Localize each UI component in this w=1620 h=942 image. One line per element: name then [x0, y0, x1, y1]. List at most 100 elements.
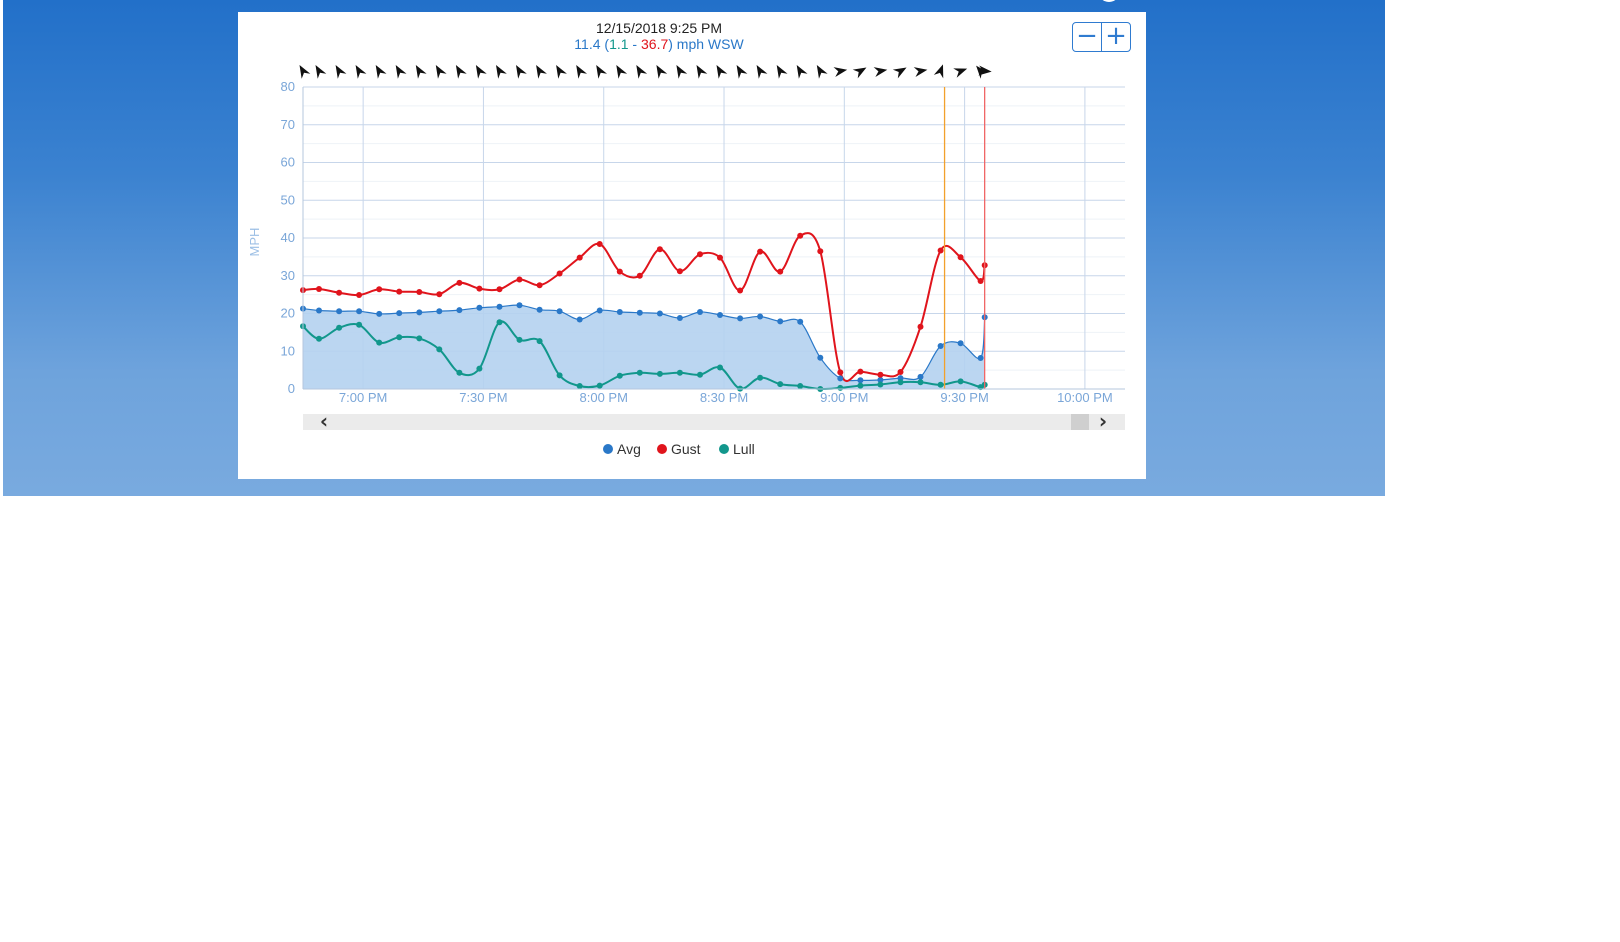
legend-label-avg: Avg	[617, 441, 641, 457]
y-tick-label: 50	[281, 192, 295, 207]
chart-card: 12/15/2018 9:25 PM 11.4 (1.1 - 36.7) mph…	[238, 12, 1146, 479]
y-tick-label: 40	[281, 230, 295, 245]
avg-point	[797, 318, 804, 325]
wind-arrow-icon	[873, 67, 888, 77]
wind-arrow-icon	[536, 64, 547, 79]
wind-arrow-shape	[933, 64, 944, 79]
avg-point	[616, 309, 623, 315]
lull-point	[536, 338, 543, 345]
lull-point	[556, 372, 563, 379]
wind-arrow-icon	[616, 64, 628, 79]
zoom-out-button[interactable]: −	[1072, 22, 1102, 52]
gust-point	[336, 289, 343, 296]
gust-point	[757, 248, 764, 255]
avg-point	[436, 308, 443, 315]
gust-point	[436, 291, 443, 298]
avg-point	[837, 375, 844, 382]
avg-point	[697, 309, 703, 315]
wind-arrow-shape	[415, 64, 427, 79]
y-axis-label: MPH	[247, 228, 262, 257]
avg-point	[757, 313, 764, 320]
gust-point	[697, 251, 703, 258]
wind-arrow-icon	[676, 64, 688, 79]
gust-point	[937, 247, 944, 254]
wind-arrow-icon	[375, 64, 387, 79]
avg-point	[536, 306, 543, 313]
lull-point	[396, 334, 403, 341]
avg-point	[656, 310, 663, 317]
wind-arrow-icon	[395, 64, 407, 79]
y-tick-label: 70	[281, 117, 295, 132]
scrollbar-track[interactable]	[303, 414, 1125, 430]
wind-arrow-shape	[455, 64, 467, 79]
wind-arrow-shape	[596, 64, 608, 79]
wind-arrow-icon	[556, 64, 567, 79]
reading-avg: 11.4	[574, 36, 600, 52]
avg-point	[496, 303, 503, 310]
wind-direction-arrows	[299, 64, 992, 79]
legend-marker-gust	[657, 444, 667, 454]
scrollbar-thumb[interactable]	[1071, 414, 1089, 430]
avg-point	[456, 307, 463, 314]
lull-point	[636, 369, 643, 376]
avg-point	[316, 307, 322, 314]
x-tick-label: 8:30 PM	[700, 390, 748, 405]
y-tick-label: 0	[288, 381, 295, 396]
gust-point	[316, 286, 322, 292]
avg-point	[676, 315, 683, 321]
wind-arrow-shape	[656, 64, 668, 79]
lull-point	[676, 369, 683, 376]
wind-arrow-icon	[833, 67, 848, 77]
gust-point	[596, 241, 603, 247]
wind-arrow-icon	[656, 64, 668, 79]
gust-point	[356, 292, 363, 298]
wind-arrow-icon	[796, 64, 808, 79]
avg-point	[596, 307, 603, 314]
scroll-right-icon[interactable]: ›	[1099, 409, 1107, 433]
scrollbar[interactable]: ‹ ›	[303, 409, 1125, 433]
y-tick-label: 30	[281, 268, 295, 283]
y-tick-label: 60	[281, 155, 295, 170]
wind-arrow-shape	[676, 64, 688, 79]
wind-arrow-icon	[816, 64, 828, 79]
scroll-left-icon[interactable]: ‹	[320, 409, 328, 433]
wind-arrow-shape	[576, 64, 588, 79]
avg-point	[336, 308, 343, 315]
wind-arrow-icon	[576, 64, 588, 79]
wind-arrow-shape	[435, 64, 447, 79]
lull-point	[917, 379, 924, 386]
avg-point	[356, 308, 363, 315]
lull-point	[376, 339, 383, 346]
lull-point	[496, 319, 503, 326]
lull-point	[476, 365, 483, 372]
wind-arrow-shape	[873, 67, 888, 77]
wind-arrow-icon	[892, 67, 907, 79]
y-tick-label: 20	[281, 306, 295, 321]
wind-arrow-icon	[716, 64, 728, 79]
lull-point	[877, 381, 884, 388]
avg-point	[977, 355, 984, 361]
wind-arrow-icon	[315, 64, 327, 79]
zoom-in-button[interactable]: +	[1101, 22, 1131, 52]
gust-point	[576, 254, 583, 261]
gust-point	[416, 289, 423, 295]
wind-arrow-shape	[756, 64, 768, 79]
gust-point	[917, 323, 924, 330]
wind-arrow-icon	[852, 67, 867, 79]
gust-point	[877, 371, 884, 378]
lull-point	[937, 381, 944, 388]
wind-arrow-icon	[776, 64, 788, 79]
wind-arrow-shape	[796, 64, 808, 79]
lull-point	[416, 335, 423, 342]
lull-point	[957, 378, 964, 385]
avg-point	[476, 304, 483, 311]
gust-point	[977, 278, 984, 284]
wind-arrow-icon	[355, 64, 367, 79]
avg-point	[937, 343, 944, 349]
lull-point	[316, 335, 322, 342]
lull-point	[857, 382, 864, 389]
wind-arrow-icon	[596, 64, 608, 79]
lull-point	[616, 372, 623, 379]
avg-point	[957, 340, 964, 347]
reading-open-paren: (	[601, 36, 610, 52]
